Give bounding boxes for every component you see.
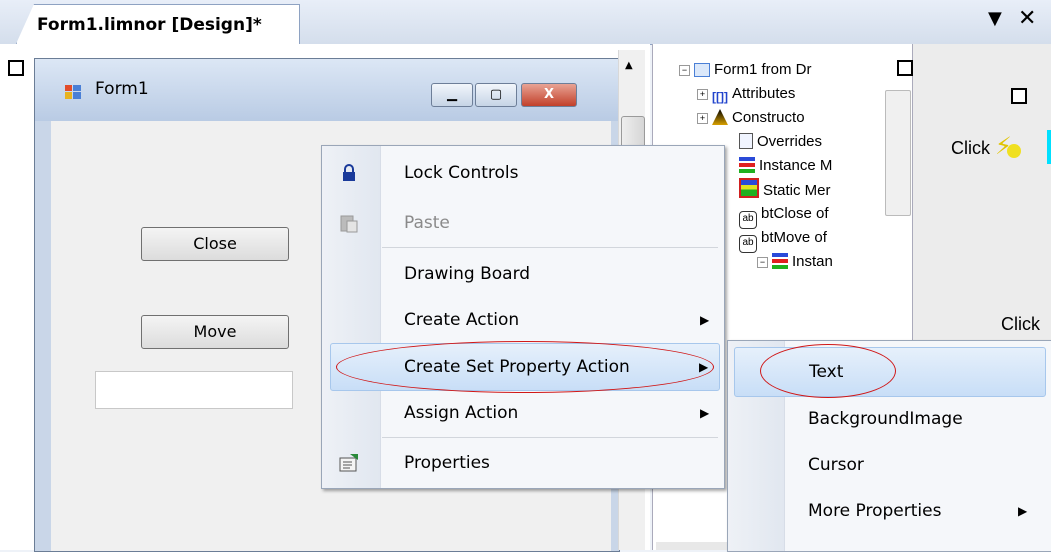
menu-item-create-action[interactable]: Create Action ▶	[322, 297, 724, 343]
menu-item-lock-controls[interactable]: Lock Controls	[322, 150, 724, 196]
collapse-icon[interactable]: −	[679, 65, 690, 76]
constructor-icon	[712, 109, 728, 125]
tree-item-constructors[interactable]: + Constructo	[697, 106, 805, 130]
form-node-icon	[694, 63, 710, 77]
tree-item-root[interactable]: − Form1 from Dr	[679, 58, 812, 82]
form-icon	[65, 85, 81, 99]
methods-icon	[772, 253, 788, 269]
form-titlebar: Form1 ▁ ▢ X	[35, 59, 619, 121]
tree-item-btclose[interactable]: ab btClose of	[739, 202, 829, 229]
text-input[interactable]	[95, 371, 293, 409]
attributes-icon: [[]]	[712, 90, 728, 104]
paste-icon	[340, 215, 358, 233]
tree-item-instance[interactable]: − Instan	[757, 250, 833, 274]
submenu-item-cursor[interactable]: Cursor	[728, 441, 1051, 489]
context-menu: Lock Controls Paste Drawing Board Create…	[321, 145, 725, 489]
minimize-button[interactable]: ▁	[431, 83, 473, 107]
flow-event-label[interactable]: Click	[951, 138, 990, 159]
menu-item-paste[interactable]: Paste	[322, 200, 724, 246]
menu-item-drawing-board[interactable]: Drawing Board	[322, 251, 724, 297]
window-close-button[interactable]: X	[521, 83, 577, 107]
collapse-icon[interactable]: −	[757, 257, 768, 268]
flow-node-handle[interactable]	[1011, 88, 1027, 104]
document-tab[interactable]: Form1.limnor [Design]*	[16, 4, 300, 44]
annotation-oval	[760, 344, 896, 398]
tree-item-overrides[interactable]: Overrides	[739, 130, 822, 154]
tree-item-static-members[interactable]: Static Mer	[739, 178, 831, 202]
submenu-arrow-icon: ▶	[700, 406, 710, 420]
menu-separator	[382, 247, 718, 248]
menu-item-properties[interactable]: Properties	[322, 440, 724, 486]
tab-close-icon[interactable]: ✕	[1018, 6, 1036, 31]
document-tab-strip: Form1.limnor [Design]* ▼ ✕	[0, 0, 1051, 45]
flow-event-label[interactable]: Click	[1001, 314, 1040, 335]
scroll-up-icon[interactable]: ▲	[625, 60, 633, 71]
resize-handle[interactable]	[897, 60, 913, 76]
methods-icon	[739, 157, 755, 173]
expand-icon[interactable]: +	[697, 89, 708, 100]
submenu-item-more-properties[interactable]: More Properties ▶	[728, 487, 1051, 535]
tree-item-btmove[interactable]: ab btMove of	[739, 226, 827, 253]
button-control-icon: ab	[739, 235, 757, 253]
annotation-oval	[336, 341, 714, 393]
static-members-icon	[739, 178, 759, 198]
overrides-icon	[739, 133, 753, 149]
menu-separator	[382, 437, 718, 438]
form-title: Form1	[95, 79, 149, 99]
expand-icon[interactable]: +	[697, 113, 708, 124]
menu-item-assign-action[interactable]: Assign Action ▶	[322, 390, 724, 436]
submenu-item-backgroundimage[interactable]: BackgroundImage	[728, 395, 1051, 443]
tab-dropdown-icon[interactable]: ▼	[988, 8, 1002, 29]
maximize-button[interactable]: ▢	[475, 83, 517, 107]
lightning-icon: ⚡	[995, 132, 1012, 160]
resize-handle[interactable]	[8, 60, 24, 76]
tree-item-instance-methods[interactable]: Instance M	[739, 154, 832, 178]
properties-icon	[339, 454, 358, 472]
lock-icon	[343, 164, 355, 181]
tree-item-attributes[interactable]: +[[]] Attributes	[697, 82, 795, 106]
submenu-arrow-icon: ▶	[1018, 504, 1028, 518]
submenu-arrow-icon: ▶	[700, 313, 710, 327]
flow-selection-marker	[1047, 130, 1051, 164]
tree-scroll-thumb[interactable]	[885, 90, 911, 216]
close-button[interactable]: Close	[141, 227, 289, 261]
move-button[interactable]: Move	[141, 315, 289, 349]
